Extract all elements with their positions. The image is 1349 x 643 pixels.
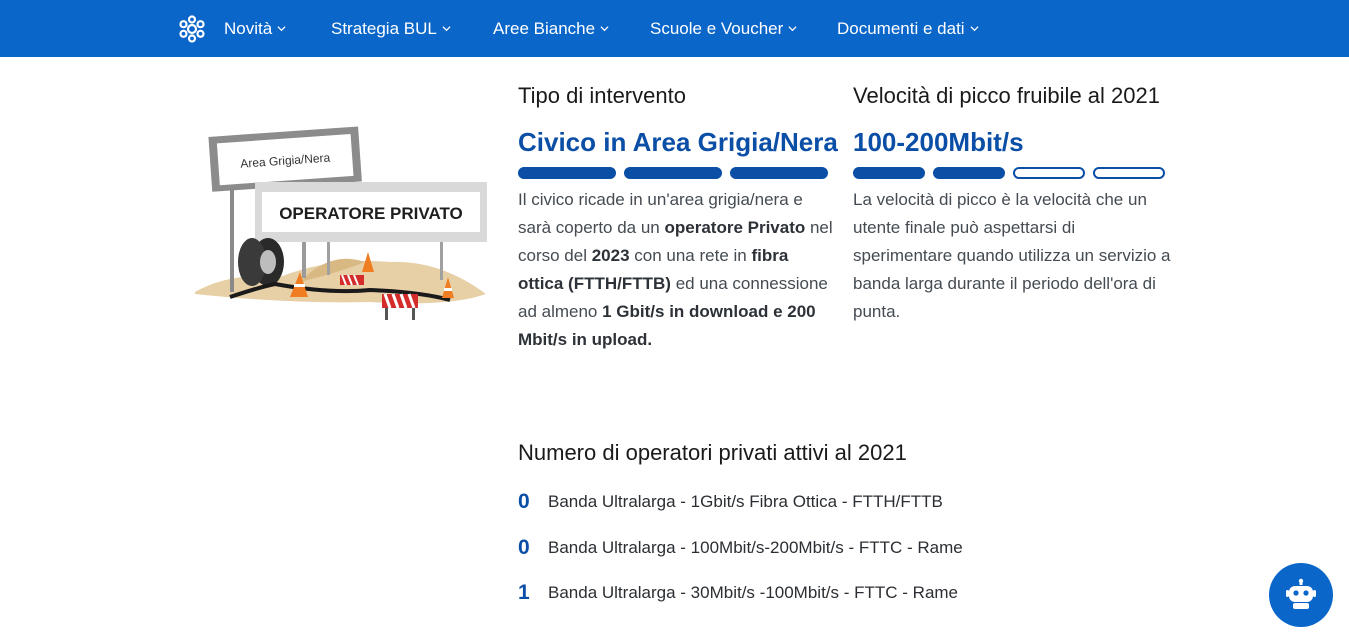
operator-count: 1	[518, 581, 530, 604]
sign-main-label: OPERATORE PRIVATO	[279, 204, 463, 223]
nav-item-strategia-bul[interactable]: Strategia BUL	[331, 0, 451, 57]
level-bar-empty	[1013, 167, 1085, 179]
operator-row: 1 Banda Ultralarga - 30Mbit/s -100Mbit/s…	[518, 581, 958, 605]
level-bar-filled	[853, 167, 925, 179]
nav-item-label: Strategia BUL	[331, 18, 437, 38]
nav-item-label: Documenti e dati	[837, 18, 965, 38]
level-bar-filled	[624, 167, 722, 179]
level-bar-filled	[518, 167, 616, 179]
level-bar-filled	[933, 167, 1005, 179]
intervention-value: Civico in Area Grigia/Nera	[518, 127, 838, 157]
nav-item-novita[interactable]: Novità	[224, 0, 286, 57]
intervention-title: Tipo di intervento	[518, 83, 686, 108]
speed-level-bars	[853, 167, 1165, 179]
operator-count: 0	[518, 536, 530, 559]
description-highlight: operatore Privato	[664, 218, 806, 237]
nav-item-scuole-voucher[interactable]: Scuole e Voucher	[650, 0, 797, 57]
operator-row: 0 Banda Ultralarga - 1Gbit/s Fibra Ottic…	[518, 490, 943, 514]
operator-label: Banda Ultralarga - 100Mbit/s-200Mbit/s -…	[548, 538, 963, 557]
description-highlight: 2023	[591, 246, 630, 265]
nav-item-label: Scuole e Voucher	[650, 18, 784, 38]
nav-item-label: Aree Bianche	[493, 18, 596, 38]
nav-item-aree-bianche[interactable]: Aree Bianche	[493, 0, 609, 57]
chevron-down-icon	[788, 26, 797, 32]
nav-item-documenti-dati[interactable]: Documenti e dati	[837, 0, 979, 57]
chevron-down-icon	[442, 26, 451, 32]
chatbot-button[interactable]	[1269, 563, 1333, 627]
top-navbar: Novità Strategia BUL Aree Bianche Scuole…	[0, 0, 1349, 57]
level-bar-filled	[730, 167, 828, 179]
description-text: con una rete in	[629, 246, 752, 265]
operator-label: Banda Ultralarga - 1Gbit/s Fibra Ottica …	[548, 492, 943, 511]
operator-row: 0 Banda Ultralarga - 100Mbit/s-200Mbit/s…	[518, 536, 963, 560]
speed-value: 100-200Mbit/s	[853, 127, 1024, 157]
speed-description: La velocità di picco è la velocità che u…	[853, 190, 1171, 321]
operator-count: 0	[518, 490, 530, 513]
intervention-description: Il civico ricade in un'area grigia/nera …	[518, 186, 838, 354]
nav-item-label: Novità	[224, 18, 273, 38]
chevron-down-icon	[277, 26, 286, 32]
construction-illustration: Area Grigia/Nera OPERATORE PRIVATO	[195, 126, 487, 320]
level-bar-empty	[1093, 167, 1165, 179]
network-logo-icon[interactable]	[178, 15, 206, 43]
operator-label: Banda Ultralarga - 30Mbit/s -100Mbit/s -…	[548, 583, 959, 602]
chevron-down-icon	[970, 26, 979, 32]
operators-title: Numero di operatori privati attivi al 20…	[518, 440, 907, 465]
speed-title: Velocità di picco fruibile al 2021	[853, 83, 1160, 108]
chevron-down-icon	[600, 26, 609, 32]
intervention-level-bars	[518, 167, 828, 179]
robot-icon	[1286, 578, 1316, 609]
